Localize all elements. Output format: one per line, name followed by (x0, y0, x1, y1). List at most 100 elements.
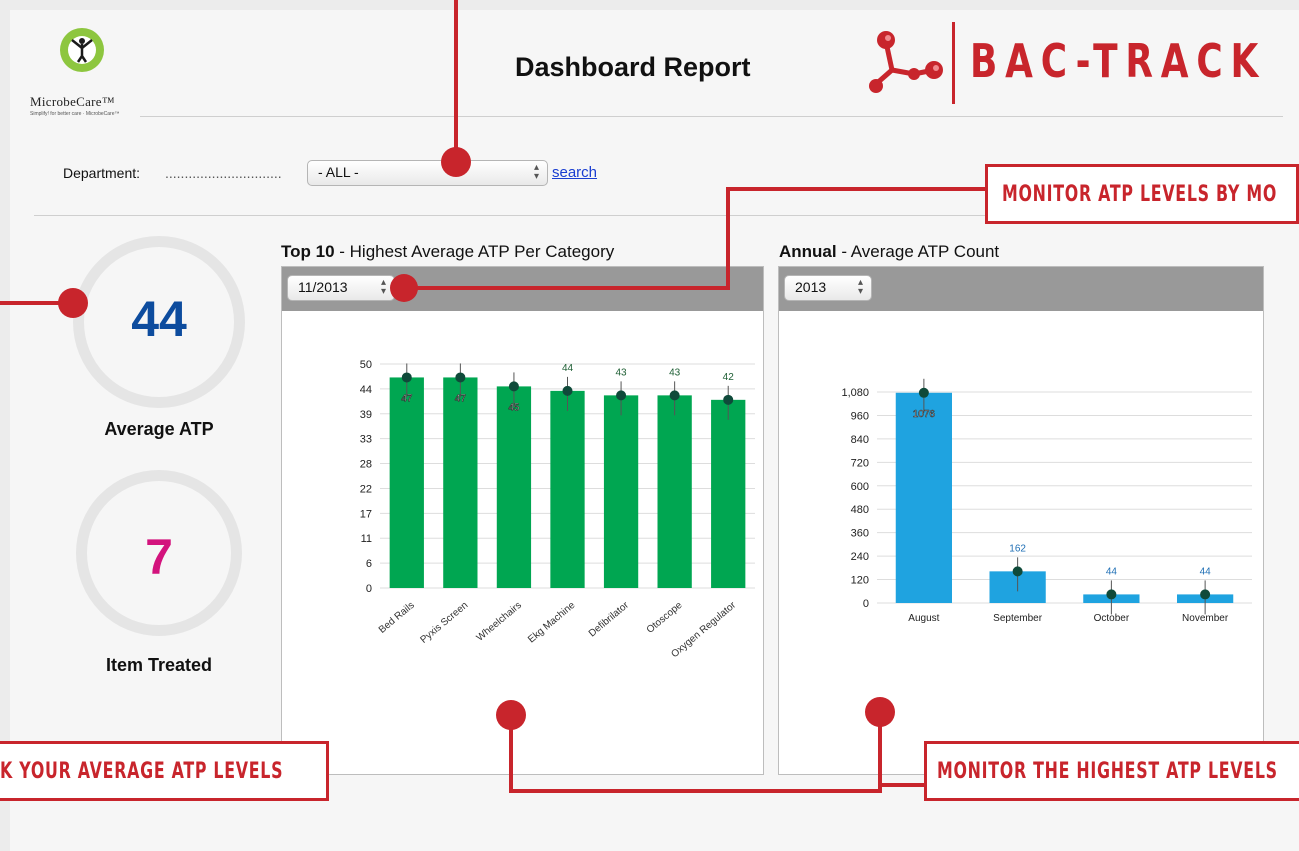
annual-heading-bold: Annual (779, 242, 837, 261)
callout-highest-atp: MONITOR THE HIGHEST ATP LEVELS (924, 741, 1299, 801)
brand-divider (952, 22, 955, 104)
header-divider (140, 116, 1283, 117)
data-label: 162 (1009, 543, 1026, 554)
app-frame: MicrobeCare™ Simplify! for better care ·… (0, 0, 1299, 851)
y-tick-label: 33 (360, 434, 372, 446)
bar-marker-dot (616, 390, 627, 401)
bar (657, 395, 692, 588)
data-label: 1076 (913, 409, 936, 420)
annual-bar-chart: 0 120 240 360 480 600 720 840 960 1,080 1076 August… (841, 378, 1252, 624)
category-label: Defibrilator (587, 599, 632, 639)
top10-bar-chart: 0 6 11 17 22 28 33 39 44 50 47 Bed Rails 47 Pyxis Scr… (360, 359, 755, 660)
average-atp-label: Average ATP (104, 419, 214, 439)
bar-marker-dot (455, 372, 466, 383)
y-tick-label: 120 (851, 575, 869, 587)
data-label: 43 (616, 367, 628, 378)
y-tick-label: 44 (360, 384, 372, 396)
y-tick-label: 28 (360, 459, 372, 471)
category-label: Pyxis Screen (419, 600, 471, 646)
bar-marker-dot (1012, 566, 1023, 577)
bar-marker-dot (508, 381, 519, 392)
y-tick-label: 50 (360, 359, 372, 371)
y-tick-label: 840 (851, 434, 869, 446)
data-label: 47 (455, 393, 467, 404)
search-link[interactable]: search (552, 164, 597, 181)
bar (389, 377, 424, 588)
molecule-icon (869, 31, 943, 93)
top10-chart-panel: 11/2013 ▴ ▾ 0 6 11 17 22 28 33 39 44 50 47 Bed Rails… (281, 266, 764, 775)
callout-monitor-by-month: MONITOR ATP LEVELS BY MO (985, 164, 1299, 224)
bar (496, 386, 532, 588)
y-tick-label: 17 (360, 508, 372, 520)
callout-monitor-by-month-text: MONITOR ATP LEVELS BY MO (1002, 182, 1278, 207)
top10-heading: Top 10 - Highest Average ATP Per Categor… (281, 242, 614, 262)
data-label: 45 (508, 402, 520, 413)
data-label: 47 (401, 393, 413, 404)
select-arrows-icon: ▴ ▾ (380, 277, 386, 297)
bar-marker-dot (1200, 589, 1211, 600)
callout-average-atp: K YOUR AVERAGE ATP LEVELS (0, 741, 329, 801)
bar-marker-dot (918, 387, 929, 398)
category-label: Ekg Machine (526, 600, 578, 646)
category-label: August (908, 613, 939, 624)
select-arrows-icon: ▴ ▾ (533, 162, 539, 182)
bar (603, 395, 639, 588)
microbecare-logo: MicrobeCare™ Simplify! for better care ·… (28, 22, 148, 122)
y-tick-label: 360 (851, 528, 869, 540)
y-tick-label: 1,080 (841, 387, 869, 399)
bar-marker-dot (1106, 589, 1117, 600)
y-tick-label: 11 (361, 533, 372, 545)
bar (711, 399, 746, 588)
department-select[interactable]: - ALL - ▴ ▾ (307, 160, 548, 186)
data-label: 44 (1200, 566, 1212, 577)
top10-heading-bold: Top 10 (281, 242, 335, 261)
top10-period-value: 11/2013 (298, 279, 348, 295)
bar-marker-dot (562, 385, 573, 396)
category-label: September (993, 613, 1043, 624)
left-shadow (0, 0, 10, 851)
data-label: 43 (669, 367, 681, 378)
category-label: Wheelchairs (475, 600, 524, 644)
annual-heading: Annual - Average ATP Count (779, 242, 999, 262)
category-label: Bed Rails (377, 600, 417, 636)
annual-chart-panel: 2013 ▴ ▾ 0 120 240 360 480 600 720 840 960 1,080 10… (778, 266, 1264, 775)
data-label: 44 (1106, 566, 1118, 577)
item-treated-label: Item Treated (105, 655, 213, 675)
y-tick-label: 6 (366, 558, 372, 570)
top10-period-select[interactable]: 11/2013 ▴ ▾ (287, 275, 395, 301)
department-select-value: - ALL - (318, 164, 359, 180)
category-label: Otoscope (645, 600, 685, 636)
item-treated-value: 7 (145, 529, 173, 585)
logo-tagline: Simplify! for better care · MicrobeCare™ (30, 111, 120, 117)
y-tick-label: 22 (360, 483, 372, 495)
y-tick-label: 0 (366, 583, 372, 595)
category-label: October (1094, 613, 1130, 624)
annual-heading-rest: - Average ATP Count (836, 242, 1000, 261)
y-tick-label: 960 (851, 410, 869, 422)
data-label: 44 (562, 363, 574, 374)
category-label: November (1182, 613, 1229, 624)
y-tick-label: 480 (851, 504, 869, 516)
annual-period-value: 2013 (795, 279, 827, 295)
y-tick-label: 240 (851, 551, 869, 563)
department-label: Department: (63, 165, 141, 181)
callout-highest-atp-text: MONITOR THE HIGHEST ATP LEVELS (937, 759, 1278, 784)
bar-marker-dot (669, 390, 680, 401)
bar (895, 392, 952, 603)
y-tick-label: 720 (851, 457, 869, 469)
top-shadow (0, 0, 1299, 10)
brand-logo-text: BAC-TRACK (970, 34, 1267, 88)
annual-period-select[interactable]: 2013 ▴ ▾ (784, 275, 872, 301)
bar (550, 390, 585, 588)
data-label: 42 (723, 372, 735, 383)
y-tick-label: 39 (360, 409, 372, 421)
microbecare-icon (60, 28, 104, 72)
select-arrows-icon: ▴ ▾ (857, 277, 863, 297)
y-tick-label: 0 (863, 598, 869, 610)
logo-name: MicrobeCare™ (30, 94, 115, 109)
average-atp-value: 44 (131, 291, 187, 347)
y-tick-label: 600 (851, 481, 869, 493)
page-title: Dashboard Report (515, 52, 751, 82)
bar-marker-dot (401, 372, 412, 383)
callout-average-atp-text: K YOUR AVERAGE ATP LEVELS (0, 759, 284, 784)
